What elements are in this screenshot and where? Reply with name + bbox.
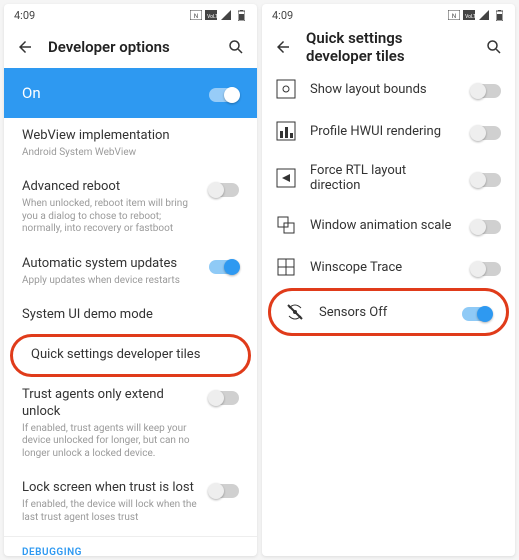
status-time: 4:09 — [14, 9, 35, 22]
tile-hwui[interactable]: Profile HWUI rendering — [262, 110, 515, 152]
layout-bounds-icon — [276, 79, 296, 99]
master-toggle[interactable] — [209, 88, 239, 102]
right-screen: 4:09 N VoLTE Quick settings developer ti… — [262, 4, 515, 556]
window-icon — [276, 215, 296, 235]
master-toggle-row[interactable]: On — [4, 68, 257, 118]
volte-icon: VoLTE — [463, 9, 475, 21]
status-time: 4:09 — [272, 9, 293, 22]
search-icon[interactable] — [227, 38, 245, 56]
setting-webview[interactable]: WebView implementationAndroid System Web… — [4, 118, 257, 169]
setting-quick-tiles[interactable]: Quick settings developer tiles — [13, 337, 248, 374]
toggle-lock-trust-lost[interactable] — [209, 484, 239, 498]
status-bar: 4:09 N VoLTE — [4, 4, 257, 26]
battery-icon — [235, 9, 247, 21]
tile-rtl[interactable]: Force RTL layout direction — [262, 152, 515, 204]
status-icons: N VoLTE — [448, 9, 505, 21]
back-icon[interactable] — [274, 38, 292, 56]
svg-text:N: N — [194, 13, 198, 20]
trace-icon — [276, 257, 296, 277]
left-screen: 4:09 N VoLTE Developer options On WebVie… — [4, 4, 257, 556]
toggle-trust-extend[interactable] — [209, 391, 239, 405]
toggle-auto-updates[interactable] — [209, 260, 239, 274]
bars-icon — [276, 121, 296, 141]
tiles-list[interactable]: Show layout bounds Profile HWUI renderin… — [262, 68, 515, 556]
status-bar: 4:09 N VoLTE — [262, 4, 515, 26]
status-icons: N VoLTE — [190, 9, 247, 21]
back-icon[interactable] — [16, 38, 34, 56]
setting-advanced-reboot[interactable]: Advanced rebootWhen unlocked, reboot ite… — [4, 169, 257, 245]
toggle-advanced-reboot[interactable] — [209, 183, 239, 197]
nfc-icon: N — [448, 9, 460, 21]
highlight-sensors-off: Sensors Off — [268, 288, 509, 336]
app-bar: Developer options — [4, 26, 257, 68]
sensors-off-icon — [285, 302, 305, 322]
app-bar: Quick settings developer tiles — [262, 26, 515, 68]
nfc-icon: N — [190, 9, 202, 21]
highlight-quick-tiles: Quick settings developer tiles — [10, 334, 251, 377]
svg-text:N: N — [452, 13, 456, 20]
setting-lock-trust-lost[interactable]: Lock screen when trust is lostIf enabled… — [4, 470, 257, 534]
svg-text:VoLTE: VoLTE — [465, 14, 475, 20]
toggle-animation-scale[interactable] — [471, 220, 501, 234]
setting-trust-extend[interactable]: Trust agents only extend unlockIf enable… — [4, 377, 257, 470]
section-debugging: DEBUGGING — [4, 539, 257, 556]
page-title: Quick settings developer tiles — [306, 29, 471, 65]
toggle-winscope[interactable] — [471, 262, 501, 276]
toggle-sensors-off[interactable] — [462, 307, 492, 321]
tile-animation-scale[interactable]: Window animation scale — [262, 204, 515, 246]
tile-winscope[interactable]: Winscope Trace — [262, 246, 515, 288]
setting-auto-updates[interactable]: Automatic system updatesApply updates wh… — [4, 246, 257, 297]
battery-icon — [493, 9, 505, 21]
toggle-hwui[interactable] — [471, 126, 501, 140]
divider — [4, 536, 257, 537]
toggle-rtl[interactable] — [471, 173, 501, 187]
tile-layout-bounds[interactable]: Show layout bounds — [262, 68, 515, 110]
settings-list[interactable]: On WebView implementationAndroid System … — [4, 68, 257, 556]
volte-icon: VoLTE — [205, 9, 217, 21]
rtl-icon — [276, 168, 296, 188]
svg-text:VoLTE: VoLTE — [207, 14, 217, 20]
page-title: Developer options — [48, 38, 213, 56]
signal-icon — [220, 9, 232, 21]
master-toggle-label: On — [22, 84, 41, 102]
toggle-layout-bounds[interactable] — [471, 84, 501, 98]
tile-sensors-off[interactable]: Sensors Off — [271, 291, 506, 333]
search-icon[interactable] — [485, 38, 503, 56]
setting-demo-mode[interactable]: System UI demo mode — [4, 297, 257, 334]
signal-icon — [478, 9, 490, 21]
